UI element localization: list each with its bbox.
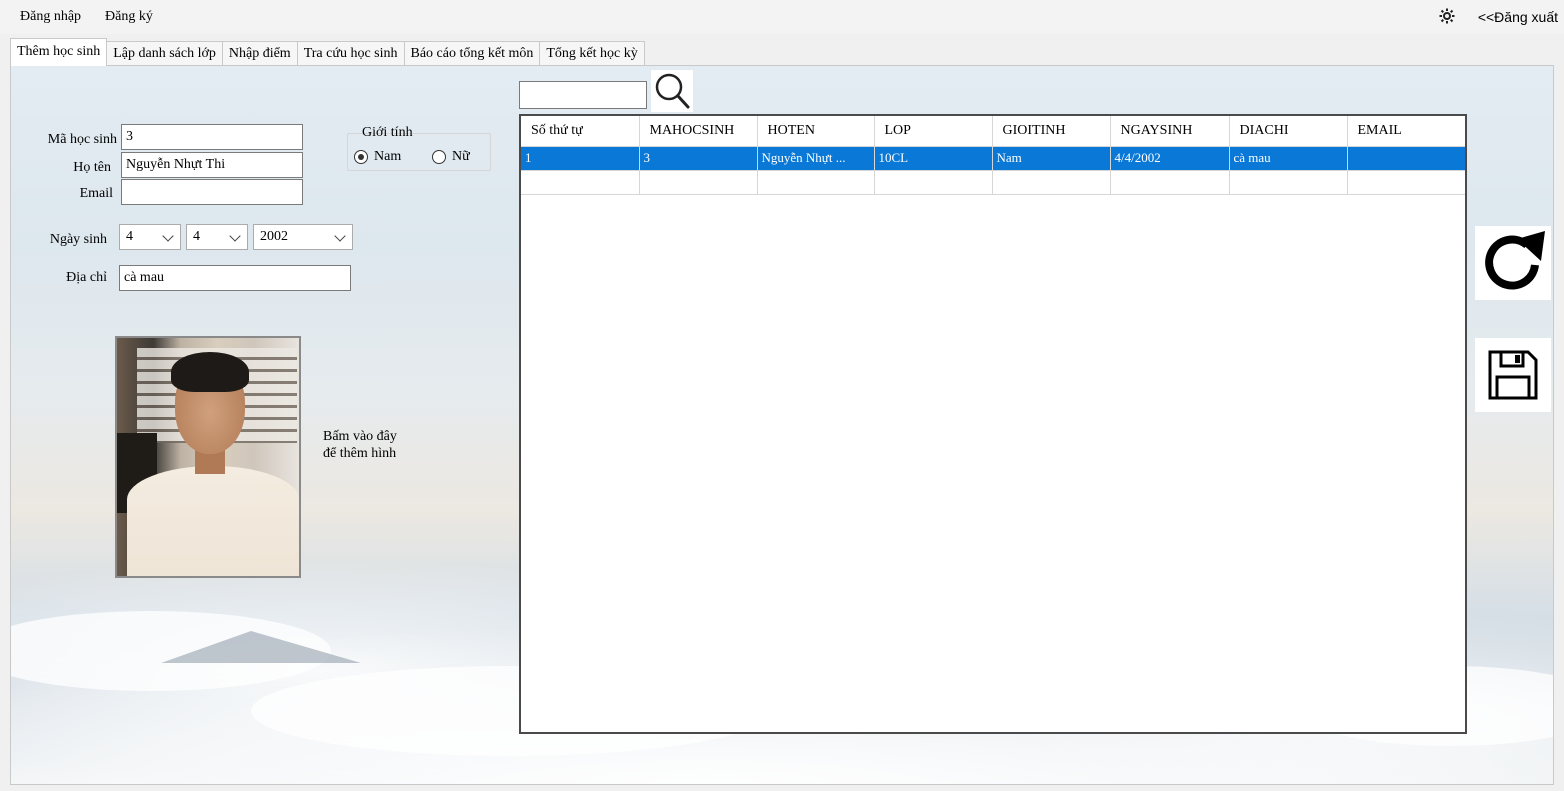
search-icon-svg — [655, 73, 690, 109]
table-cell[interactable]: 1 — [521, 146, 640, 171]
photo-hair — [171, 352, 249, 392]
search-icon[interactable] — [651, 70, 693, 112]
column-header[interactable]: MAHOCSINH — [639, 116, 758, 147]
menubar: Đăng nhập Đăng ký <<Đăng xuất — [0, 0, 1564, 34]
radio-checked-icon — [354, 150, 368, 164]
refresh-button[interactable] — [1475, 226, 1551, 300]
birth-year-select[interactable]: 2002 — [253, 224, 353, 250]
add-student-panel: Mã học sinh 3 Họ tên Nguyễn Nhựt Thi Ema… — [10, 65, 1554, 785]
student-photo[interactable] — [115, 336, 301, 578]
tab-class-list[interactable]: Lập danh sách lớp — [106, 41, 223, 66]
chevron-down-icon — [334, 230, 346, 242]
column-header[interactable]: DIACHI — [1229, 116, 1348, 147]
gear-icon-svg — [1439, 8, 1455, 24]
student-id-field[interactable]: 3 — [121, 124, 303, 150]
birth-date-label: Ngày sinh — [49, 232, 107, 247]
full-name-label: Họ tên — [73, 160, 111, 175]
table-row[interactable]: 1 3 Nguyễn Nhựt ... 10CL Nam 4/4/2002 cà… — [521, 146, 1465, 171]
table-header-row: Số thứ tự MAHOCSINH HOTEN LOP GIOITINH N… — [521, 116, 1465, 147]
gender-radio-female[interactable]: Nữ — [432, 149, 470, 165]
radio-unchecked-icon — [432, 150, 446, 164]
column-header[interactable]: LOP — [874, 116, 993, 147]
birth-year-value: 2002 — [260, 229, 288, 244]
birth-month-select[interactable]: 4 — [186, 224, 248, 250]
photo-shirt — [127, 466, 299, 576]
column-header[interactable]: HOTEN — [757, 116, 875, 147]
refresh-icon — [1485, 231, 1545, 290]
table-cell[interactable] — [1347, 146, 1465, 171]
table-cell[interactable] — [1347, 170, 1465, 195]
address-label: Địa chỉ — [66, 270, 107, 285]
gender-female-label: Nữ — [452, 149, 470, 164]
table-cell[interactable] — [639, 170, 758, 195]
students-table: Số thứ tự MAHOCSINH HOTEN LOP GIOITINH N… — [519, 114, 1467, 734]
gender-male-label: Nam — [374, 149, 402, 164]
logout-link[interactable]: <<Đăng xuất — [1478, 9, 1558, 25]
table-row-new[interactable] — [521, 170, 1465, 195]
menubar-right: <<Đăng xuất — [1438, 0, 1558, 34]
menu-login[interactable]: Đăng nhập — [0, 3, 93, 31]
column-header[interactable]: Số thứ tự — [521, 116, 640, 147]
gear-icon[interactable] — [1438, 8, 1456, 26]
search-input[interactable] — [519, 81, 647, 109]
table-cell[interactable]: 10CL — [874, 146, 993, 171]
birth-day-select[interactable]: 4 — [119, 224, 181, 250]
email-field[interactable] — [121, 179, 303, 205]
table-cell[interactable] — [874, 170, 993, 195]
add-photo-hint-line1: Bấm vào đây — [323, 429, 397, 444]
table-cell[interactable]: 3 — [639, 146, 758, 171]
student-id-label: Mã học sinh — [47, 132, 117, 147]
add-photo-hint[interactable]: Bấm vào đây để thêm hình — [323, 428, 397, 462]
students-table-grid: Số thứ tự MAHOCSINH HOTEN LOP GIOITINH N… — [521, 116, 1465, 195]
gender-group: Giới tính Nam Nữ — [347, 125, 491, 171]
column-header[interactable]: GIOITINH — [992, 116, 1111, 147]
save-icon — [1488, 350, 1538, 400]
table-cell[interactable] — [1229, 170, 1348, 195]
tab-enter-grades[interactable]: Nhập điểm — [221, 41, 298, 66]
column-header[interactable]: NGAYSINH — [1110, 116, 1230, 147]
tab-semester-summary[interactable]: Tổng kết học kỳ — [539, 41, 645, 66]
tab-subject-report[interactable]: Báo cáo tổng kết môn — [403, 41, 541, 66]
table-cell[interactable] — [757, 170, 875, 195]
birth-day-value: 4 — [126, 229, 133, 244]
save-button[interactable] — [1475, 338, 1551, 412]
background-mountain — [161, 631, 361, 663]
chevron-down-icon — [162, 230, 174, 242]
gender-title: Giới tính — [362, 125, 413, 140]
tab-add-student[interactable]: Thêm học sinh — [10, 38, 108, 66]
birth-month-value: 4 — [193, 229, 200, 244]
table-cell[interactable] — [1110, 170, 1230, 195]
column-header[interactable]: EMAIL — [1347, 116, 1465, 147]
tab-search-student[interactable]: Tra cứu học sinh — [296, 41, 405, 66]
email-label: Email — [79, 186, 113, 201]
full-name-field[interactable]: Nguyễn Nhựt Thi — [121, 152, 303, 178]
table-cell[interactable] — [992, 170, 1111, 195]
table-cell[interactable]: Nam — [992, 146, 1111, 171]
chevron-down-icon — [229, 230, 241, 242]
add-photo-hint-line2: để thêm hình — [323, 446, 397, 461]
gender-radio-male[interactable]: Nam — [354, 149, 401, 165]
address-field[interactable]: cà mau — [119, 265, 351, 291]
table-cell[interactable] — [521, 170, 640, 195]
tab-strip: Thêm học sinh Lập danh sách lớp Nhập điể… — [10, 38, 645, 66]
table-cell[interactable]: 4/4/2002 — [1110, 146, 1230, 171]
table-cell[interactable]: cà mau — [1229, 146, 1348, 171]
table-cell[interactable]: Nguyễn Nhựt ... — [757, 146, 875, 171]
menu-register[interactable]: Đăng ký — [93, 3, 165, 31]
